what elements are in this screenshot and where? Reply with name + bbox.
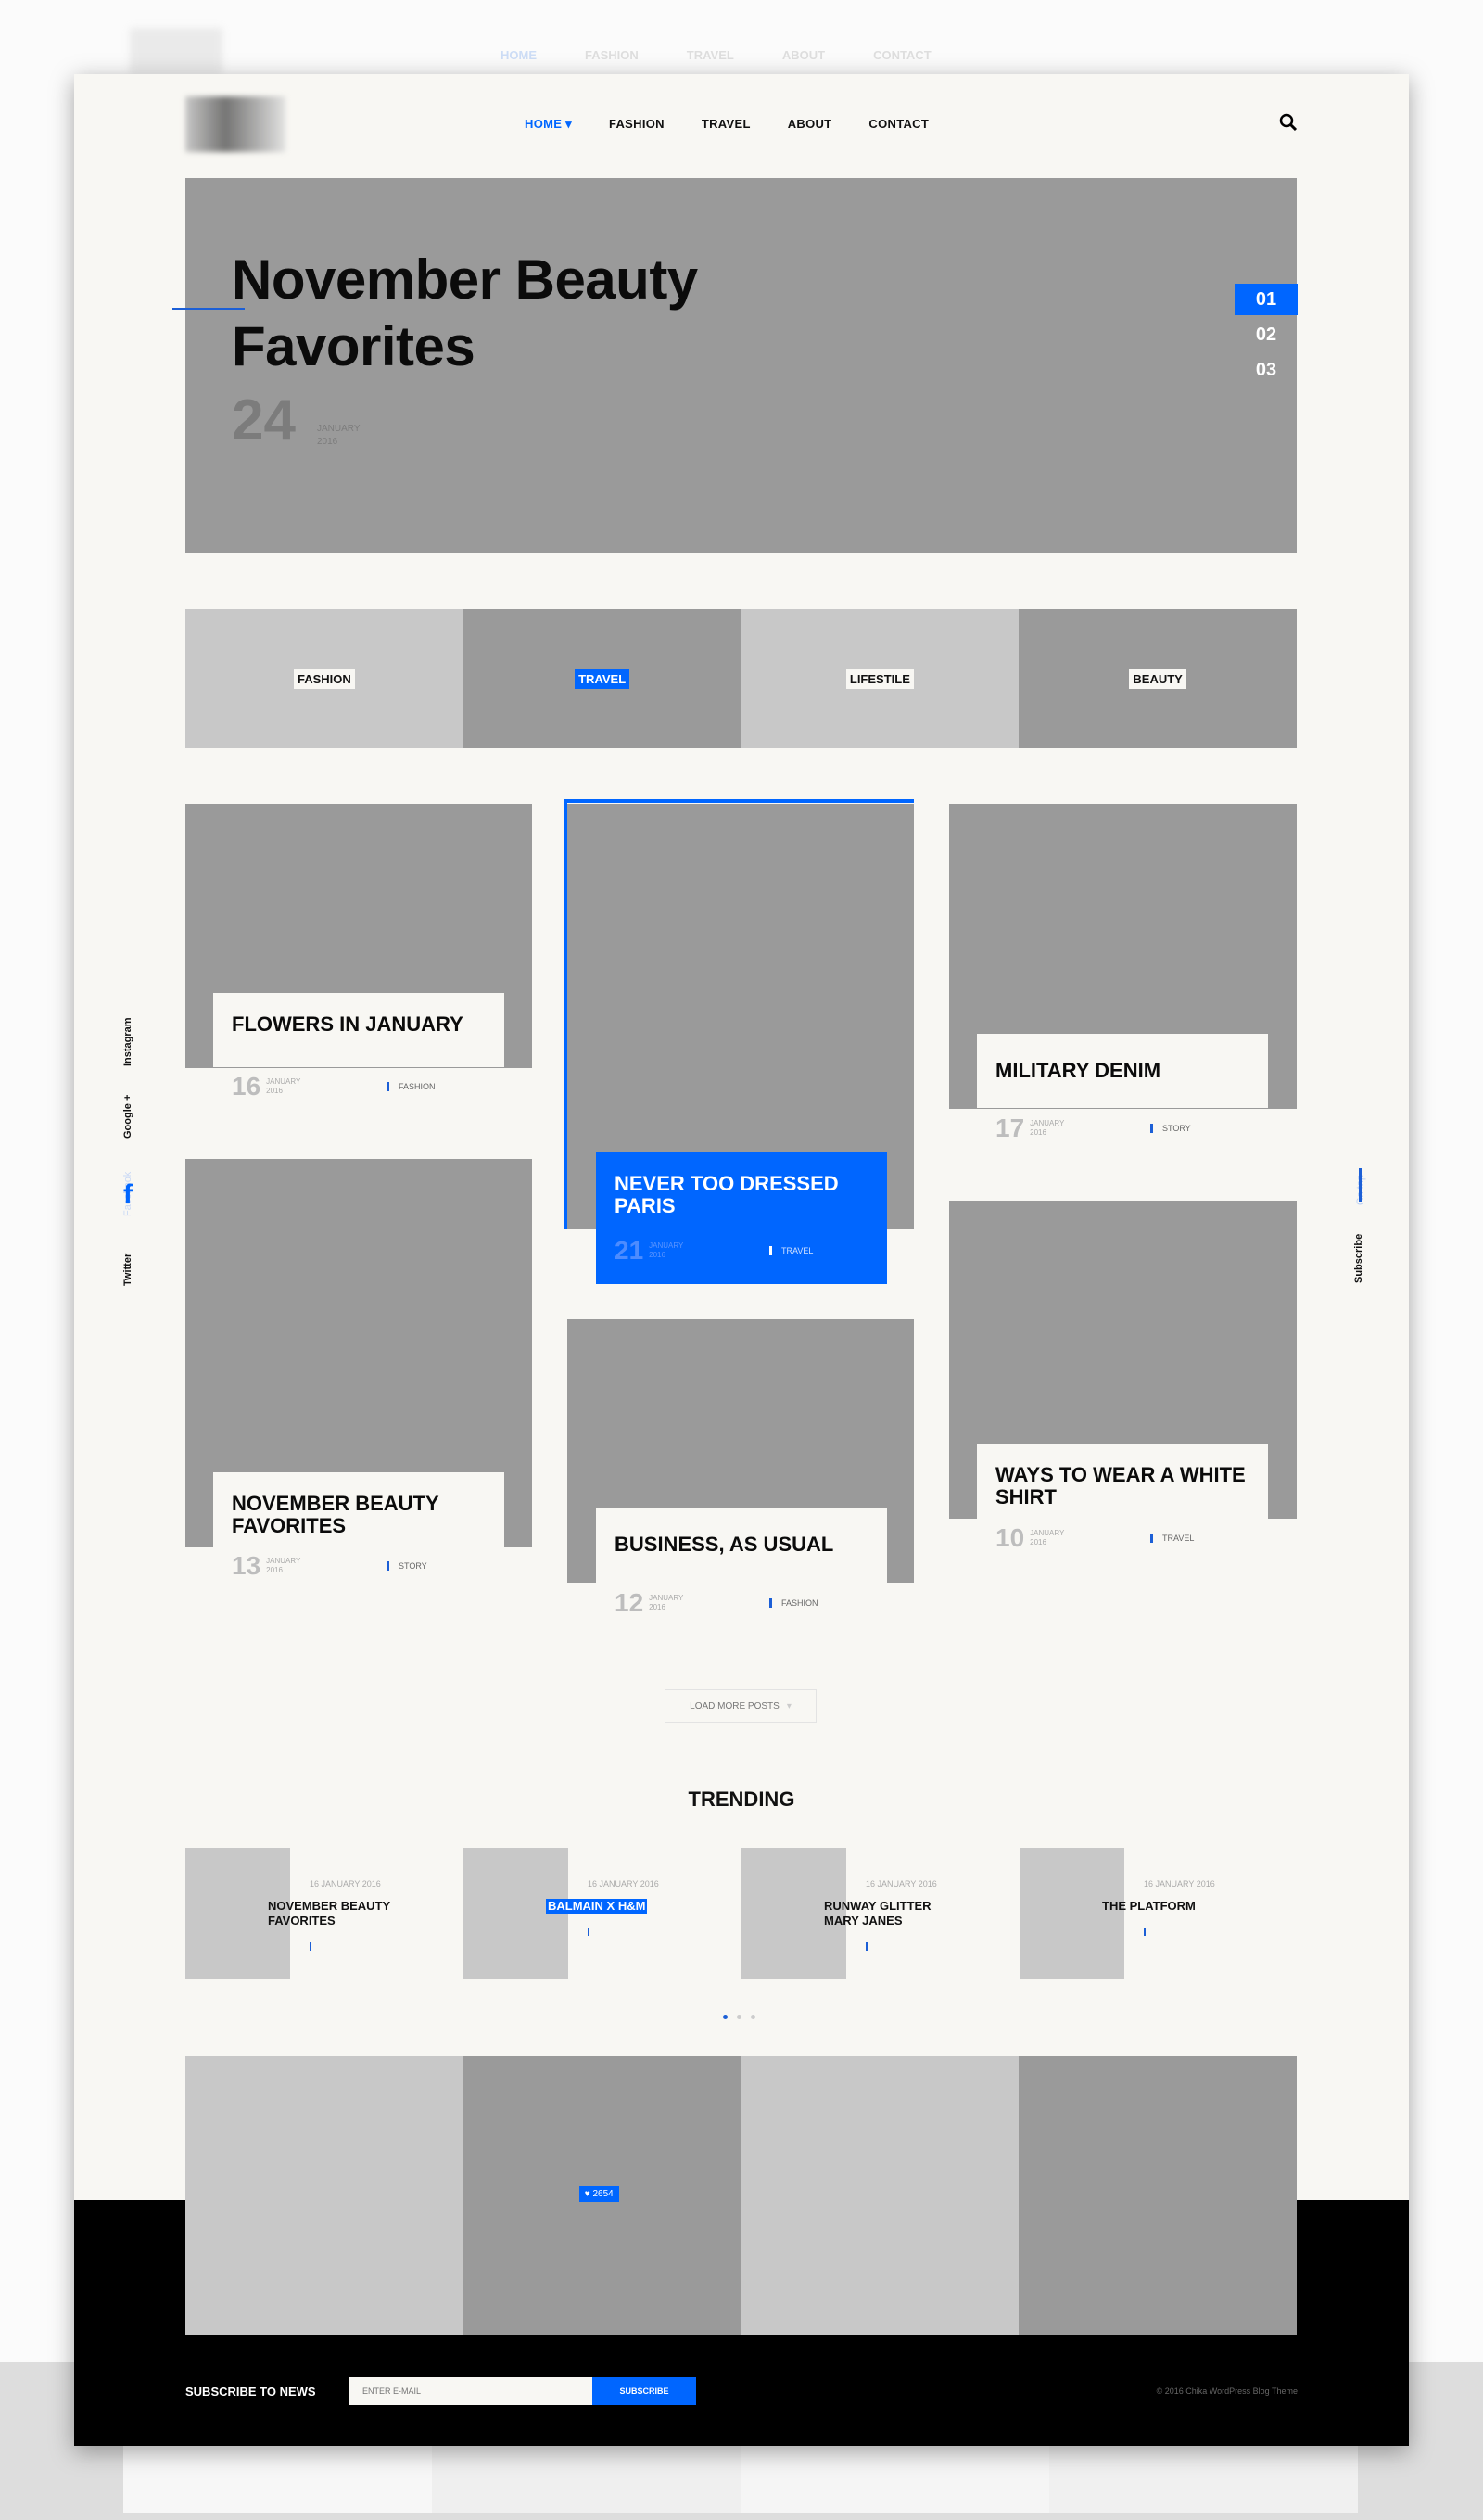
dot[interactable] [723,2015,728,2019]
category-strip: FASHION TRAVEL LIFESTILE BEAUTY [185,609,1297,748]
instagram-photo[interactable] [1019,2056,1297,2335]
hero-date-month: JANUARY 2016 [317,424,361,447]
post-title[interactable]: FLOWERS IN JANUARY [232,1013,486,1036]
nav-home[interactable]: HOME ▾ [525,117,572,132]
slide-01[interactable]: 01 [1235,284,1298,315]
bg-nav-travel: TRAVEL [686,48,734,62]
post-title[interactable]: NOVEMBER BEAUTY FAVORITES [232,1493,486,1537]
category-lifestyle[interactable]: LIFESTILE [741,609,1020,748]
post-title-box[interactable]: FLOWERS IN JANUARY [213,993,504,1067]
trending-item[interactable]: 16 JANUARY 2016 RUNWAY GLITTER MARY JANES [742,1848,1020,1979]
page-card: HOME ▾ FASHION TRAVEL ABOUT CONTACT Nove… [74,74,1409,2446]
post-title[interactable]: NEVER TOO DRESSED PARIS [615,1173,868,1217]
slide-03[interactable]: 03 [1235,354,1298,386]
post-meta: 21 JANUARY 2016 TRAVEL [615,1236,837,1266]
bg-nav-about: ABOUT [781,48,826,62]
nav-about[interactable]: ABOUT [788,117,832,132]
post-title-box[interactable]: BUSINESS, AS USUAL [596,1508,887,1583]
category-beauty[interactable]: BEAUTY [1019,609,1297,748]
post-category[interactable]: TRAVEL [1162,1534,1218,1543]
bg-nav-fashion: FASHION [585,48,639,62]
category-label: BEAUTY [1129,668,1186,689]
heart-icon: ♥ [584,2189,590,2199]
subscribe-side-link[interactable]: Subscribe [1353,1234,1364,1283]
featured-accent-border-top [564,799,914,803]
post-category[interactable]: FASHION [399,1082,454,1091]
post-meta: 13 JANUARY 2016 STORY [232,1551,454,1581]
logo[interactable] [185,96,285,152]
trending-title: TRENDING [688,1788,795,1811]
post-title[interactable]: MILITARY DENIM [995,1060,1249,1082]
load-more-button[interactable]: LOAD MORE POSTS ▾ [665,1689,817,1723]
chevron-down-icon: ▾ [786,1700,792,1712]
slide-02[interactable]: 02 [1235,319,1298,350]
nav-travel[interactable]: TRAVEL [702,117,751,132]
email-field[interactable] [349,2377,592,2405]
post-category[interactable]: STORY [1162,1124,1218,1133]
post-meta: 10 JANUARY 2016 TRAVEL [995,1523,1218,1553]
dot[interactable] [737,2015,742,2019]
bg-nav-contact: CONTACT [873,48,932,62]
instagram-photo[interactable] [741,2056,1020,2335]
facebook-icon[interactable]: f [123,1179,133,1211]
arrow-up-icon[interactable] [1359,1168,1362,1202]
social-google-plus[interactable]: Google + [122,1095,133,1139]
trending-item[interactable]: 16 JANUARY 2016 BALMAIN X H&M [463,1848,742,1979]
bg-nav-home: HOME [501,48,537,62]
subscribe-label: SUBSCRIBE TO NEWS [185,2385,316,2399]
trending-item[interactable]: 16 JANUARY 2016 THE PLATFORM [1020,1848,1298,1979]
hero-date-day: 24 [232,388,296,452]
search-icon[interactable] [1277,111,1299,134]
main-nav: HOME ▾ FASHION TRAVEL ABOUT CONTACT [525,117,929,132]
post-title-box[interactable]: WAYS TO WEAR A WHITE SHIRT [977,1444,1268,1519]
category-travel[interactable]: TRAVEL [463,609,742,748]
copyright: © 2016 Chika WordPress Blog Theme [1156,2386,1298,2396]
subscribe-button[interactable]: SUBSCRIBE [592,2377,696,2405]
hero-title[interactable]: November Beauty Favorites [232,247,698,380]
instagram-photo[interactable]: ♥ 2654 [463,2056,742,2335]
dot[interactable] [751,2015,755,2019]
category-label: FASHION [293,668,355,689]
instagram-grid: ♥ 2654 [185,2056,1297,2335]
category-fashion[interactable]: FASHION [185,609,463,748]
post-title[interactable]: WAYS TO WEAR A WHITE SHIRT [995,1464,1249,1508]
post-category[interactable]: TRAVEL [781,1246,837,1255]
background-nav: HOME FASHION TRAVEL ABOUT CONTACT [501,48,932,62]
background-logo [130,28,222,74]
trending-pagination [723,2015,755,2019]
social-twitter[interactable]: Twitter [122,1254,133,1286]
nav-contact[interactable]: CONTACT [868,117,929,132]
post-meta: 12 JANUARY 2016 FASHION [615,1588,837,1618]
likes-badge: ♥ 2654 [578,2186,619,2202]
social-instagram[interactable]: Instagram [122,1017,133,1066]
slide-pagination: 01 02 03 [1235,284,1298,389]
instagram-photo[interactable] [185,2056,463,2335]
post-category[interactable]: STORY [399,1561,454,1571]
category-label: TRAVEL [575,668,630,689]
post-category[interactable]: FASHION [781,1598,837,1608]
category-label: LIFESTILE [845,668,914,689]
post-title-box[interactable]: MILITARY DENIM [977,1034,1268,1108]
post-title[interactable]: BUSINESS, AS USUAL [615,1534,868,1556]
trending-item[interactable]: 16 JANUARY 2016 NOVEMBER BEAUTY FAVORITES [185,1848,463,1979]
post-title-box[interactable]: NOVEMBER BEAUTY FAVORITES [213,1472,504,1547]
nav-fashion[interactable]: FASHION [609,117,665,132]
post-meta: 16 JANUARY 2016 FASHION [232,1072,454,1101]
post-meta: 17 JANUARY 2016 STORY [995,1114,1218,1143]
